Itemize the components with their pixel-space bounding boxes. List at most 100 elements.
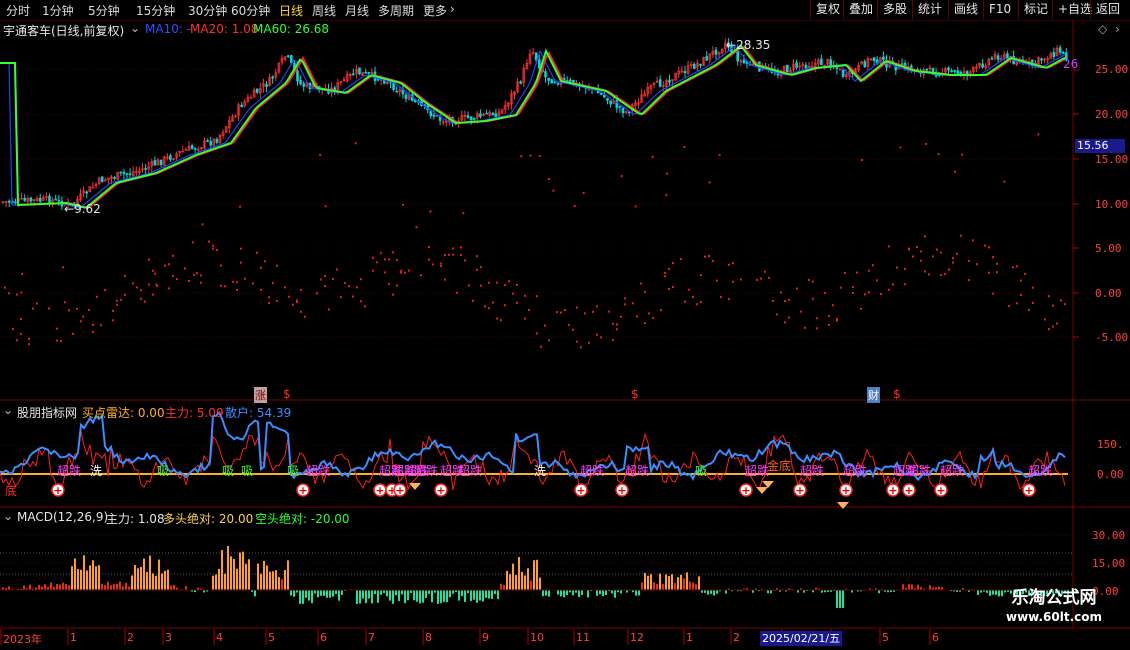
buy-signal-icon: +	[576, 484, 585, 497]
candle-body	[618, 105, 622, 108]
macd-bar	[512, 563, 514, 590]
candle-body	[358, 67, 361, 75]
y-tick: 0.00	[1095, 287, 1122, 300]
event-marker-finance[interactable]: 财	[867, 387, 880, 403]
event-marker-dividend[interactable]: $	[893, 387, 901, 401]
scatter-dot	[648, 312, 650, 315]
gold-signal-icon	[837, 502, 849, 509]
scatter-dot	[100, 324, 102, 327]
scatter-dot	[828, 324, 830, 327]
scatter-dot	[1016, 302, 1018, 305]
time-label: 2	[127, 631, 134, 644]
macd-bar	[677, 577, 679, 590]
scatter-dot	[672, 285, 674, 288]
candle-body	[286, 55, 290, 57]
scatter-dot	[396, 284, 398, 287]
scatter-dot	[573, 205, 576, 208]
macd-bar	[305, 590, 307, 598]
scatter-dot	[352, 295, 354, 298]
scatter-dot	[140, 289, 142, 292]
candle-body	[872, 57, 876, 62]
macd-bar	[710, 590, 712, 594]
macd-bar	[902, 584, 904, 590]
candle-body	[494, 113, 498, 118]
scatter-dot	[948, 268, 950, 271]
scatter-dot	[260, 266, 262, 269]
scatter-dot	[572, 328, 574, 331]
macd-bar	[578, 590, 580, 598]
macd-bar	[398, 590, 400, 602]
macd-bar	[368, 590, 370, 599]
scatter-dot	[256, 251, 258, 254]
scatter-dot	[136, 286, 138, 289]
scatter-dot	[956, 252, 958, 255]
scatter-dot	[152, 269, 154, 272]
candle-body	[302, 83, 306, 87]
scatter-dot	[48, 307, 50, 310]
scatter-dot	[324, 205, 327, 208]
macd-bar	[356, 590, 358, 604]
macd-bar	[929, 585, 931, 590]
candle-body	[553, 81, 557, 83]
scatter-dot	[348, 285, 350, 288]
scatter-dot	[552, 189, 555, 192]
diamond-icon[interactable]: ◇	[1098, 22, 1107, 36]
signal-label: 超跌	[907, 464, 932, 478]
macd-bar	[395, 590, 397, 596]
macd-bar	[65, 583, 67, 590]
indicator-name[interactable]: 股朋指标网	[17, 404, 77, 421]
macd-bar	[401, 590, 403, 595]
signal-label: 超跌	[1028, 464, 1053, 478]
macd-bar	[419, 590, 421, 604]
scatter-dot	[596, 333, 598, 336]
macd-bar	[599, 590, 601, 595]
scatter-dot	[568, 324, 570, 327]
macd-bar	[101, 583, 103, 590]
macd-name[interactable]: MACD(12,26,9)	[17, 510, 108, 524]
high-price-marker: ←28.35	[726, 38, 771, 52]
chevron-right-icon[interactable]: ›	[1115, 22, 1120, 36]
scatter-dot	[239, 205, 242, 208]
scatter-dot	[528, 309, 530, 312]
macd-bar	[698, 576, 700, 590]
y-tick: 30.00	[1092, 529, 1126, 542]
scatter-dot	[376, 261, 378, 264]
macd-bar	[365, 590, 367, 604]
signal-label: 超跌	[580, 464, 605, 478]
scatter-dot	[372, 269, 374, 272]
event-marker-limit-up[interactable]: 涨	[254, 387, 267, 403]
y-tick: 15.00	[1092, 557, 1126, 570]
chevron-down-icon[interactable]: ⌄	[3, 509, 13, 523]
signal-label: 吸	[695, 464, 708, 478]
macd-bar	[425, 590, 427, 598]
macd-bar	[233, 559, 235, 590]
macd-bar	[122, 586, 124, 590]
candle-body	[128, 173, 132, 176]
candle-body	[882, 56, 885, 60]
macd-bar	[464, 590, 466, 602]
scatter-dot	[1020, 279, 1022, 282]
scatter-dot	[64, 301, 66, 304]
scatter-dot	[768, 276, 770, 279]
event-marker-dividend[interactable]: $	[283, 387, 291, 401]
chevron-down-icon[interactable]: ⌄	[130, 21, 140, 35]
macd-bar	[602, 590, 604, 597]
candle-body	[705, 56, 709, 61]
signal-label: 超跌	[843, 464, 868, 478]
macd-bar	[473, 590, 475, 600]
macd-bar	[533, 560, 535, 590]
scatter-dot	[324, 284, 326, 287]
signal-label: 吸	[157, 464, 170, 478]
scatter-dot	[492, 301, 494, 304]
chevron-down-icon[interactable]: ⌄	[3, 403, 13, 417]
scatter-dot	[164, 264, 166, 267]
scatter-dot	[504, 304, 506, 307]
macd-bar	[23, 585, 25, 590]
scatter-dot	[556, 311, 558, 314]
retail-label: 散户: 54.39	[225, 406, 292, 420]
candle-body	[668, 79, 671, 83]
macd-bar	[62, 582, 64, 590]
event-marker-dividend[interactable]: $	[631, 387, 639, 401]
stock-chart-canvas[interactable]: + + + ++ + + + + + + + + + +	[0, 0, 1130, 650]
scatter-dot	[1016, 265, 1018, 268]
